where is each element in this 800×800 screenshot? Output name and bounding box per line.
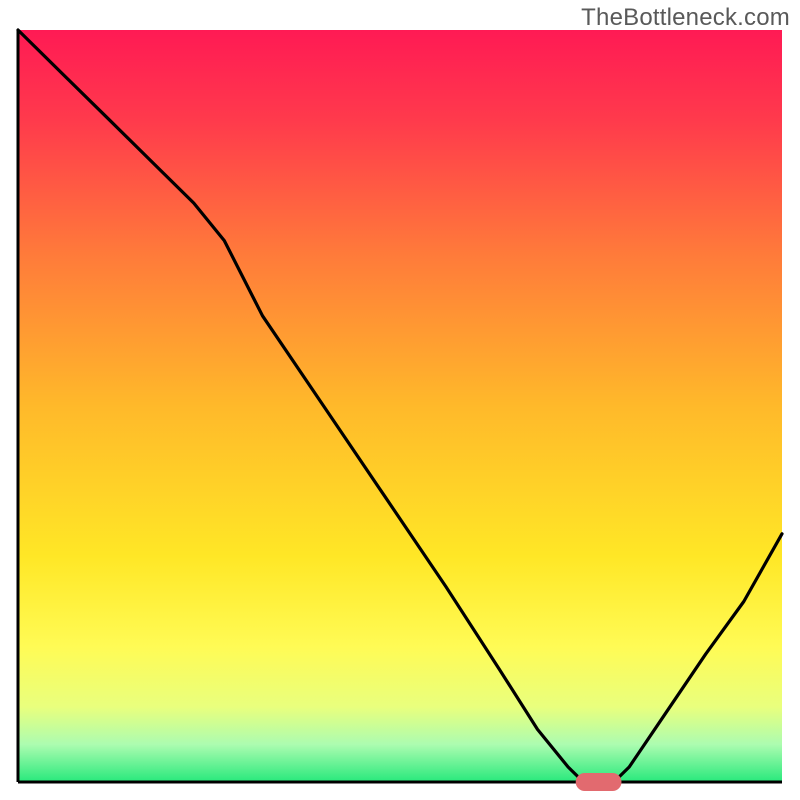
bottleneck-chart [0,0,800,800]
chart-stage: TheBottleneck.com [0,0,800,800]
optimal-range-marker [576,773,622,791]
watermark-text: TheBottleneck.com [581,4,790,32]
